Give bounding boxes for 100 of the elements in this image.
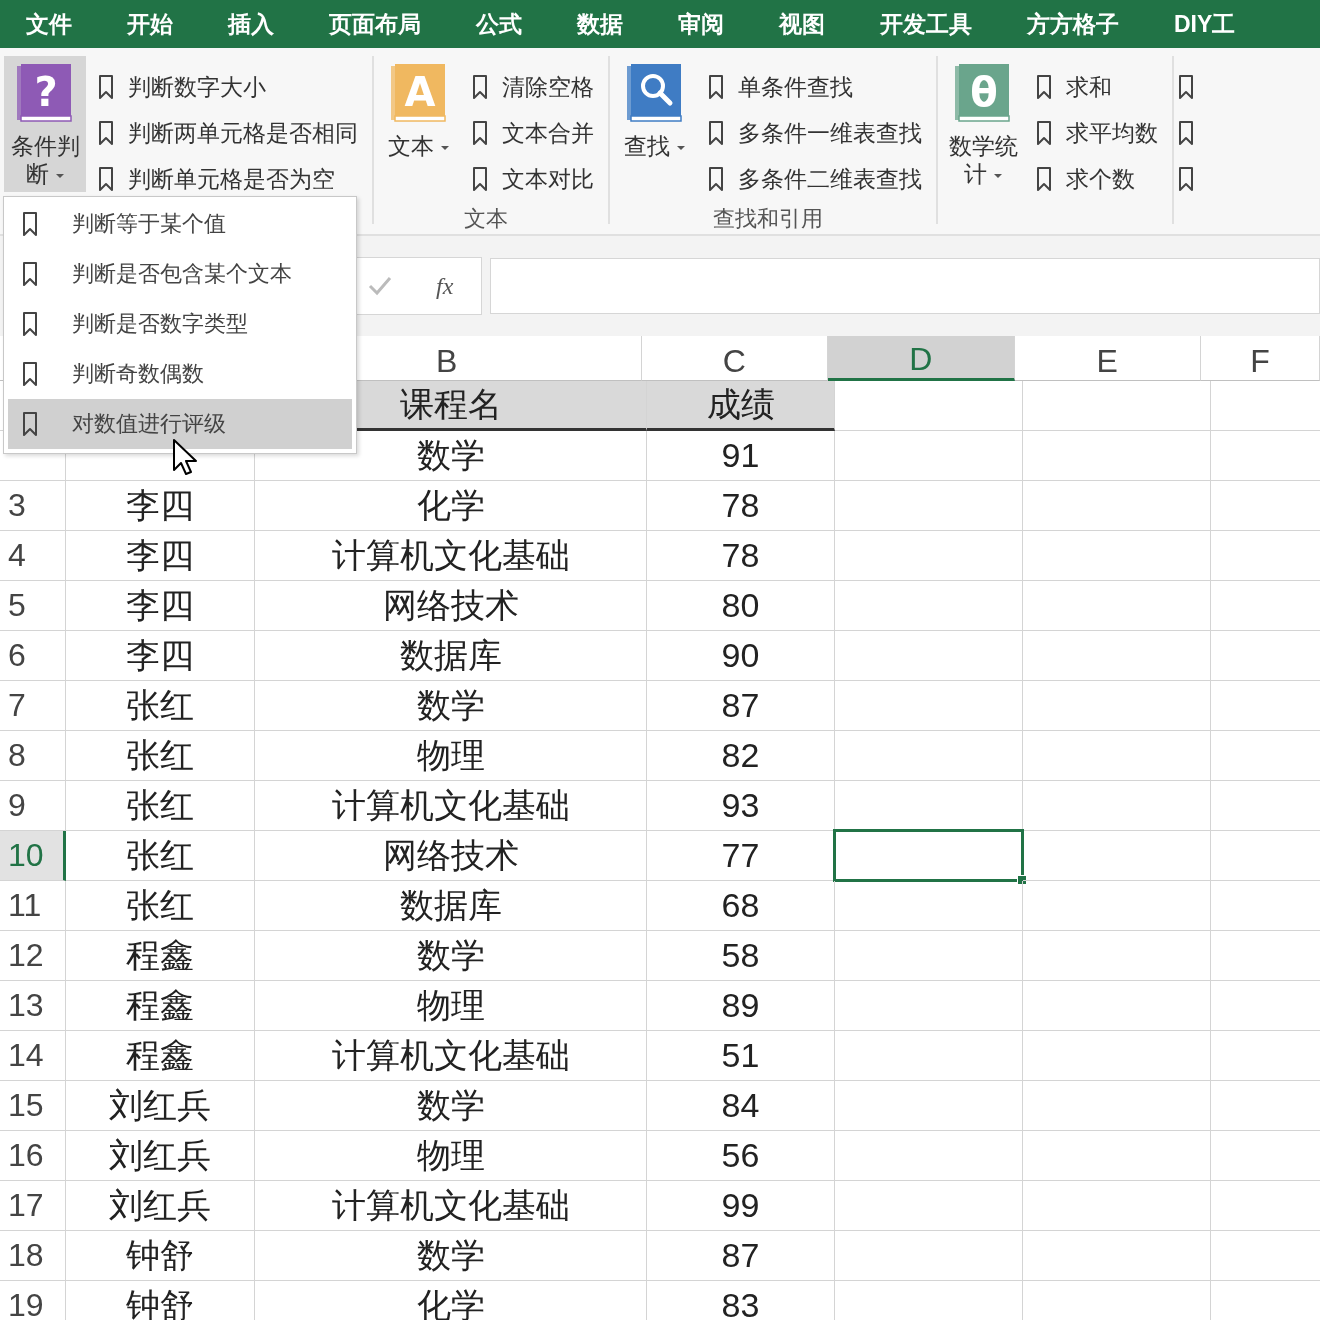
empty-cell[interactable] bbox=[835, 431, 1023, 481]
empty-cell[interactable] bbox=[1023, 731, 1211, 781]
bookmark-icon bbox=[1036, 166, 1052, 192]
empty-cell[interactable] bbox=[835, 1131, 1023, 1181]
ribbon-big-button[interactable]: 查找 bbox=[614, 56, 696, 192]
bookmark-icon bbox=[708, 120, 724, 146]
table-cell: 程鑫 bbox=[66, 981, 255, 1031]
empty-cell[interactable] bbox=[1023, 1031, 1211, 1081]
empty-cell[interactable] bbox=[835, 731, 1023, 781]
ribbon-big-button[interactable]: θ 数学统计 bbox=[942, 56, 1024, 192]
check-icon[interactable] bbox=[368, 276, 392, 296]
ribbon-tab[interactable]: 审阅 bbox=[678, 8, 724, 40]
empty-cell[interactable] bbox=[1023, 781, 1211, 831]
empty-cell[interactable] bbox=[835, 481, 1023, 531]
row-header[interactable]: 10 bbox=[0, 831, 66, 881]
bookmark-icon bbox=[22, 361, 38, 387]
ribbon-item[interactable]: 多条件一维表查找 bbox=[708, 110, 922, 156]
empty-cell[interactable] bbox=[835, 581, 1023, 631]
ribbon-tab[interactable]: 数据 bbox=[577, 8, 623, 40]
ribbon-item[interactable]: 文本对比 bbox=[472, 156, 594, 202]
row-header[interactable]: 3 bbox=[0, 481, 66, 531]
row-header[interactable]: 14 bbox=[0, 1031, 66, 1081]
empty-cell[interactable] bbox=[835, 1181, 1023, 1231]
ribbon-tab[interactable]: 文件 bbox=[26, 8, 72, 40]
caret-icon[interactable] bbox=[992, 172, 1003, 179]
formula-input[interactable] bbox=[490, 258, 1320, 314]
ribbon-item[interactable]: 求和 bbox=[1036, 64, 1158, 110]
ribbon-big-button[interactable]: ? 条件判断 bbox=[4, 56, 86, 192]
empty-cell[interactable] bbox=[1023, 681, 1211, 731]
empty-cell[interactable] bbox=[835, 531, 1023, 581]
empty-cell[interactable] bbox=[1023, 1131, 1211, 1181]
empty-cell[interactable] bbox=[1023, 881, 1211, 931]
row-header[interactable]: 16 bbox=[0, 1131, 66, 1181]
empty-cell[interactable] bbox=[1023, 981, 1211, 1031]
ribbon-item[interactable]: 多条件二维表查找 bbox=[708, 156, 922, 202]
empty-cell[interactable] bbox=[835, 931, 1023, 981]
caret-icon[interactable] bbox=[440, 144, 450, 151]
ribbon-item[interactable]: 求个数 bbox=[1036, 156, 1158, 202]
empty-cell[interactable] bbox=[835, 881, 1023, 931]
empty-cell[interactable] bbox=[1023, 481, 1211, 531]
ribbon-tab[interactable]: 公式 bbox=[476, 8, 522, 40]
table-cell: 58 bbox=[647, 931, 835, 981]
row-header[interactable]: 8 bbox=[0, 731, 66, 781]
empty-cell[interactable] bbox=[835, 681, 1023, 731]
insert-function-button[interactable]: fx bbox=[436, 272, 454, 300]
ribbon-item[interactable]: 求平均数 bbox=[1036, 110, 1158, 156]
ribbon-item[interactable]: 清除空格 bbox=[472, 64, 594, 110]
caret-icon[interactable] bbox=[676, 144, 686, 151]
bookmark-icon bbox=[472, 166, 488, 192]
empty-cell[interactable] bbox=[835, 981, 1023, 1031]
bookmark-icon bbox=[22, 311, 38, 337]
empty-cell[interactable] bbox=[1023, 1181, 1211, 1231]
ribbon-tab[interactable]: 页面布局 bbox=[329, 8, 421, 40]
ribbon-tab[interactable]: 开始 bbox=[127, 8, 173, 40]
empty-cell[interactable] bbox=[835, 1031, 1023, 1081]
ribbon-item[interactable]: 判断数字大小 bbox=[98, 64, 358, 110]
row-header[interactable]: 11 bbox=[0, 881, 66, 931]
row-header[interactable]: 7 bbox=[0, 681, 66, 731]
table-cell: 张红 bbox=[66, 831, 255, 881]
empty-cell[interactable] bbox=[1023, 431, 1211, 481]
ribbon-item[interactable]: 文本合并 bbox=[472, 110, 594, 156]
empty-cell[interactable] bbox=[1023, 1231, 1211, 1281]
table-cell: 刘红兵 bbox=[66, 1181, 255, 1231]
ribbon-item[interactable]: 判断两单元格是否相同 bbox=[98, 110, 358, 156]
row-header[interactable]: 4 bbox=[0, 531, 66, 581]
active-cell[interactable] bbox=[833, 829, 1024, 882]
row-header[interactable]: 15 bbox=[0, 1081, 66, 1131]
row-header[interactable]: 5 bbox=[0, 581, 66, 631]
ribbon-tab[interactable]: 开发工具 bbox=[880, 8, 972, 40]
ribbon-tab[interactable]: DIY工 bbox=[1174, 8, 1236, 40]
ribbon-big-button[interactable]: A 文本 bbox=[378, 56, 460, 192]
empty-cell[interactable] bbox=[1023, 531, 1211, 581]
empty-cell[interactable] bbox=[1023, 581, 1211, 631]
row-header[interactable]: 6 bbox=[0, 631, 66, 681]
column-header[interactable]: E bbox=[1014, 336, 1201, 381]
row-header[interactable]: 17 bbox=[0, 1181, 66, 1231]
table-cell: 钟舒 bbox=[66, 1231, 255, 1281]
ribbon-tab[interactable]: 插入 bbox=[228, 8, 274, 40]
empty-cell[interactable] bbox=[835, 1081, 1023, 1131]
table-cell: 张红 bbox=[66, 681, 255, 731]
ribbon-item[interactable]: 判断单元格是否为空 bbox=[98, 156, 358, 202]
column-header[interactable]: F bbox=[1201, 336, 1320, 381]
caret-icon[interactable] bbox=[54, 172, 65, 179]
row-header[interactable]: 13 bbox=[0, 981, 66, 1031]
empty-cell[interactable] bbox=[1023, 831, 1211, 881]
empty-cell[interactable] bbox=[1023, 381, 1211, 431]
table-cell: 李四 bbox=[66, 531, 255, 581]
row-header[interactable]: 12 bbox=[0, 931, 66, 981]
empty-cell[interactable] bbox=[835, 631, 1023, 681]
empty-cell[interactable] bbox=[1023, 1081, 1211, 1131]
menu-item[interactable]: 对数值进行评级 bbox=[8, 399, 352, 449]
ribbon-item[interactable]: 单条件查找 bbox=[708, 64, 922, 110]
column-header[interactable]: D bbox=[828, 336, 1015, 381]
empty-cell[interactable] bbox=[1023, 631, 1211, 681]
empty-cell[interactable] bbox=[1023, 931, 1211, 981]
ribbon-tab[interactable]: 方方格子 bbox=[1027, 8, 1119, 40]
ribbon-tab[interactable]: 视图 bbox=[779, 8, 825, 40]
row-header[interactable]: 18 bbox=[0, 1231, 66, 1281]
empty-cell[interactable] bbox=[835, 1231, 1023, 1281]
row-header[interactable]: 9 bbox=[0, 781, 66, 831]
